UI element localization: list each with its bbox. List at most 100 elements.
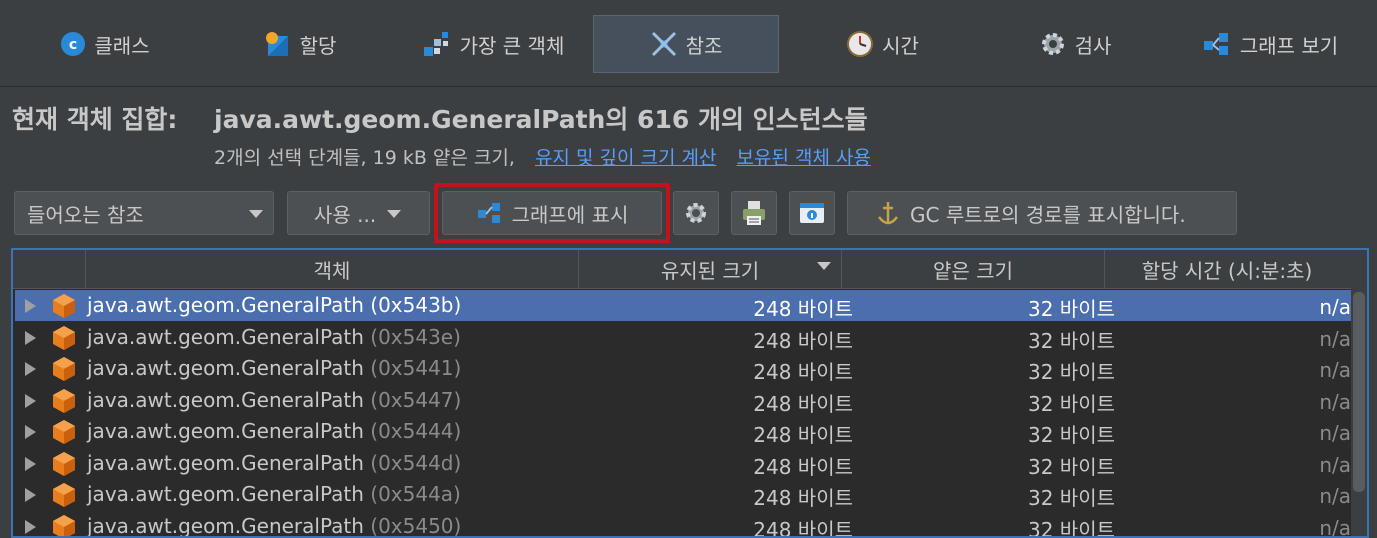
column-header-expander	[13, 250, 85, 288]
object-address: (0x5441)	[370, 356, 461, 380]
tab-label: 참조	[686, 30, 723, 59]
tab-label: 가장 큰 객체	[460, 30, 565, 59]
dropdown-label: 사용 ...	[314, 199, 376, 228]
object-class: java.awt.geom.GeneralPath	[87, 356, 364, 380]
reference-type-combo[interactable]: 들어오는 참조	[14, 191, 274, 235]
path-to-gc-root-button[interactable]: GC 루트로의 경로를 표시합니다.	[847, 191, 1237, 235]
object-instance-icon	[52, 388, 76, 414]
object-set-summary: 2개의 선택 단계들, 19 kB 얕은 크기, 유지 및 깊이 크기 계산 보…	[214, 143, 871, 170]
expand-arrow-icon[interactable]	[25, 520, 36, 534]
settings-button[interactable]	[673, 191, 719, 235]
tab-label: 클래스	[94, 30, 149, 59]
column-header-shallow-size[interactable]: 얕은 크기	[841, 250, 1104, 288]
expand-arrow-icon[interactable]	[25, 425, 36, 439]
scrollbar-thumb[interactable]	[1353, 292, 1365, 492]
export-button[interactable]	[731, 191, 777, 235]
shallow-size: 32 바이트	[1028, 514, 1115, 538]
column-header-retained-size[interactable]: 유지된 크기	[578, 250, 841, 288]
object-instance-icon	[52, 482, 76, 508]
object-class: java.awt.geom.GeneralPath	[87, 293, 364, 317]
shallow-size: 32 바이트	[1028, 451, 1115, 480]
expand-arrow-icon[interactable]	[25, 362, 36, 376]
tab-inspections[interactable]: 검사	[1030, 15, 1120, 73]
allocation-time: n/a	[1319, 390, 1351, 414]
object-address: (0x5447)	[370, 388, 461, 412]
class-icon: c	[60, 31, 86, 57]
gear-icon	[683, 200, 709, 226]
allocation-icon	[264, 30, 292, 58]
object-address: (0x5450)	[370, 514, 461, 538]
tab-graph[interactable]: 그래프 보기	[1190, 15, 1350, 73]
tab-label: 그래프 보기	[1240, 30, 1338, 59]
table-row[interactable]: java.awt.geom.GeneralPath (0x5447) 248 바이…	[15, 385, 1351, 416]
object-name: java.awt.geom.GeneralPath (0x5444)	[87, 419, 461, 443]
table-header: 객체 유지된 크기 얕은 크기 할당 시간 (시:분:초)	[13, 250, 1367, 289]
table-row[interactable]: java.awt.geom.GeneralPath (0x544a)248 바이…	[15, 479, 1351, 510]
allocation-time: n/a	[1319, 358, 1351, 382]
references-icon	[650, 30, 678, 58]
object-set-value: java.awt.geom.GeneralPath의 616 개의 인스턴스들	[214, 105, 868, 134]
object-address: (0x544a)	[370, 482, 461, 506]
object-instance-icon	[52, 514, 76, 538]
table-row[interactable]: java.awt.geom.GeneralPath (0x543b)248 바이…	[15, 290, 1351, 321]
retained-size: 248 바이트	[753, 388, 853, 417]
inspection-icon	[1039, 30, 1067, 58]
tab-references[interactable]: 참조	[593, 15, 779, 73]
object-name: java.awt.geom.GeneralPath (0x544d)	[87, 451, 461, 475]
allocation-time: n/a	[1319, 484, 1351, 508]
summary-text: 2개의 선택 단계들, 19 kB 얕은 크기,	[214, 147, 515, 169]
chevron-down-icon	[387, 210, 401, 218]
object-name: java.awt.geom.GeneralPath (0x5447)	[87, 388, 461, 412]
view-tab-bar: c 클래스 할당 가장 큰 객체 참조 시간 검사 그래프 보기	[0, 0, 1377, 87]
use-retained-objects-link[interactable]: 보유된 객체 사용	[736, 147, 870, 169]
info-button[interactable]	[789, 191, 835, 235]
allocation-time: n/a	[1319, 421, 1351, 445]
retained-size: 248 바이트	[753, 514, 853, 538]
current-object-set-title: 현재 객체 집합:java.awt.geom.GeneralPath의 616 …	[12, 100, 868, 136]
expand-arrow-icon[interactable]	[25, 457, 36, 471]
time-icon	[846, 30, 874, 58]
button-label: 그래프에 표시	[512, 199, 629, 228]
table-row[interactable]: java.awt.geom.GeneralPath (0x5441) 248 바이…	[15, 353, 1351, 384]
table-row[interactable]: java.awt.geom.GeneralPath (0x543e)248 바이…	[15, 322, 1351, 353]
shallow-size: 32 바이트	[1028, 356, 1115, 385]
tab-time[interactable]: 시간	[835, 15, 930, 73]
object-class: java.awt.geom.GeneralPath	[87, 451, 364, 475]
object-class: java.awt.geom.GeneralPath	[87, 514, 364, 538]
tab-biggest-objects[interactable]: 가장 큰 객체	[408, 15, 578, 73]
column-header-object[interactable]: 객체	[85, 250, 578, 288]
tab-classes[interactable]: c 클래스	[40, 15, 170, 73]
combo-value: 들어오는 참조	[27, 199, 144, 228]
calculate-retained-link[interactable]: 유지 및 깊이 크기 계산	[535, 147, 716, 169]
retained-size: 248 바이트	[753, 293, 853, 322]
info-icon	[798, 200, 826, 226]
column-header-allocation-time[interactable]: 할당 시간 (시:분:초)	[1104, 250, 1349, 288]
object-address: (0x543e)	[370, 325, 461, 349]
table-row[interactable]: java.awt.geom.GeneralPath (0x544d)248 바이…	[15, 448, 1351, 479]
biggest-objects-icon	[422, 29, 452, 59]
expand-arrow-icon[interactable]	[25, 488, 36, 502]
expand-arrow-icon[interactable]	[25, 299, 36, 313]
retained-size: 248 바이트	[753, 325, 853, 354]
table-row[interactable]: java.awt.geom.GeneralPath (0x5450) 248 바이…	[15, 511, 1351, 538]
expand-arrow-icon[interactable]	[25, 394, 36, 408]
retained-size: 248 바이트	[753, 356, 853, 385]
printer-icon	[740, 199, 768, 227]
shallow-size: 32 바이트	[1028, 419, 1115, 448]
table-row[interactable]: java.awt.geom.GeneralPath (0x5444)248 바이…	[15, 416, 1351, 447]
object-set-label: 현재 객체 집합:	[12, 100, 214, 136]
object-name: java.awt.geom.GeneralPath (0x5441)	[87, 356, 461, 380]
tab-allocations[interactable]: 할당	[250, 15, 350, 73]
tab-label: 할당	[300, 30, 337, 59]
sort-descending-icon	[817, 262, 831, 270]
chevron-down-icon	[249, 210, 263, 218]
use-dropdown-button[interactable]: 사용 ...	[287, 191, 430, 235]
expand-arrow-icon[interactable]	[25, 331, 36, 345]
shallow-size: 32 바이트	[1028, 293, 1115, 322]
object-instance-icon	[52, 356, 76, 382]
vertical-scrollbar[interactable]	[1351, 288, 1367, 538]
object-instance-icon	[52, 419, 76, 445]
object-instance-icon	[52, 293, 76, 319]
allocation-time: n/a	[1319, 453, 1351, 477]
show-in-graph-button[interactable]: 그래프에 표시	[442, 191, 662, 235]
